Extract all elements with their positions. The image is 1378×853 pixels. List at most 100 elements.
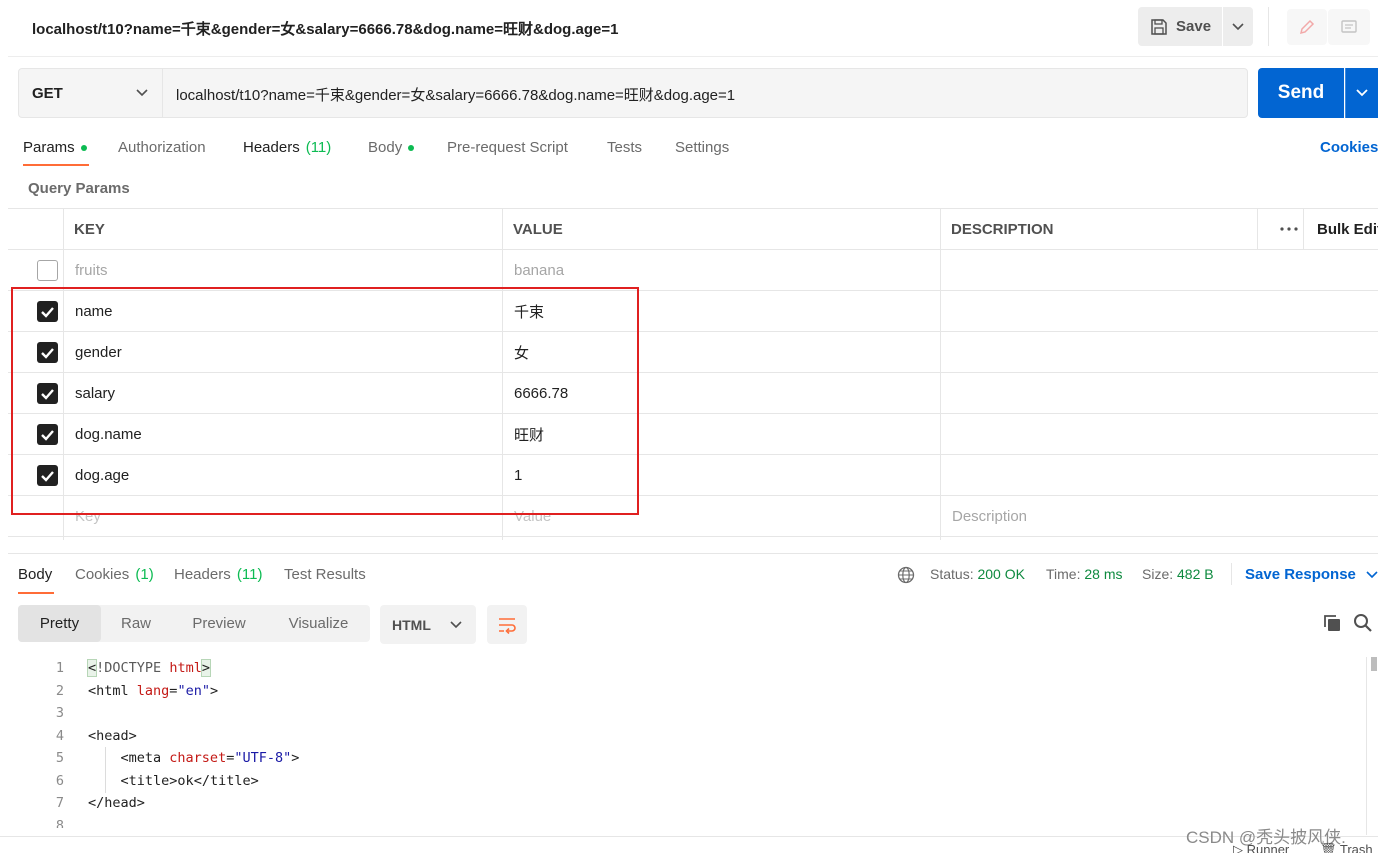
send-button[interactable]: Send — [1258, 68, 1344, 118]
view-visualize[interactable]: Visualize — [267, 605, 370, 642]
tab-count: (11) — [236, 566, 263, 583]
status-label: Status: — [930, 566, 974, 582]
description-placeholder[interactable]: Description — [952, 496, 1027, 537]
line-number: 5 — [55, 750, 64, 766]
line-number: 3 — [55, 705, 64, 721]
search-icon[interactable] — [1353, 613, 1373, 633]
runner-button[interactable]: ▷ Runner — [1233, 842, 1289, 853]
edit-button[interactable] — [1287, 9, 1327, 45]
code-line[interactable]: </head> — [88, 795, 145, 811]
globe-icon[interactable] — [897, 566, 915, 584]
toolbar-divider — [1268, 7, 1269, 46]
active-tab-indicator — [18, 592, 54, 594]
chevron-down-icon — [1366, 570, 1378, 578]
column-header-description: DESCRIPTION — [951, 220, 1054, 238]
line-number: 1 — [55, 660, 64, 676]
table-header-row: KEY VALUE DESCRIPTION Bulk Edit — [8, 208, 1378, 250]
view-raw[interactable]: Raw — [101, 605, 171, 642]
cookies-link[interactable]: Cookies — [1320, 139, 1378, 156]
active-tab-indicator — [23, 164, 89, 166]
tab-label: Pre-request Script — [447, 139, 568, 156]
response-tab-test-results[interactable]: Test Results — [284, 566, 366, 583]
trash-label: Trash — [1339, 842, 1373, 853]
language-select[interactable]: HTML — [380, 605, 476, 644]
chevron-down-icon — [450, 620, 462, 628]
send-dropdown-button[interactable] — [1345, 68, 1378, 118]
line-number: 8 — [55, 818, 64, 828]
language-label: HTML — [392, 616, 431, 633]
method-select[interactable]: GET — [18, 68, 163, 118]
line-number: 2 — [55, 683, 64, 699]
response-tab-headers[interactable]: Headers (11) — [174, 566, 262, 583]
code-line[interactable]: <head> — [88, 728, 137, 744]
save-dropdown-button[interactable] — [1223, 7, 1253, 46]
tab-label: Settings — [675, 139, 730, 156]
line-number: 4 — [55, 728, 64, 744]
view-preview[interactable]: Preview — [171, 605, 267, 642]
method-label: GET — [32, 84, 63, 102]
save-response-label: Save Response — [1245, 566, 1356, 583]
tab-params[interactable]: Params — [23, 139, 87, 156]
column-header-value: VALUE — [513, 220, 563, 238]
size-value: 482 B — [1177, 566, 1214, 582]
response-tab-body[interactable]: Body — [18, 566, 52, 583]
code-line[interactable]: <title>ok</title> — [88, 773, 259, 789]
active-dot — [80, 144, 87, 151]
tab-pre-request-script[interactable]: Pre-request Script — [447, 139, 568, 156]
tab-count: (1) — [135, 566, 154, 583]
line-number: 7 — [55, 795, 64, 811]
column-header-key: KEY — [74, 220, 105, 238]
tab-headers[interactable]: Headers (11) — [243, 139, 331, 156]
code-line[interactable]: <html lang="en"> — [88, 683, 218, 699]
scrollbar-thumb[interactable] — [1371, 657, 1377, 671]
url-input[interactable]: localhost/t10?name=千束&gender=女&salary=66… — [176, 84, 735, 105]
row-checkbox[interactable] — [37, 260, 58, 281]
view-pretty[interactable]: Pretty — [18, 605, 101, 642]
request-title[interactable]: localhost/t10?name=千束&gender=女&salary=66… — [32, 18, 618, 39]
param-key[interactable]: fruits — [75, 250, 108, 291]
tab-label: Headers — [174, 566, 231, 583]
line-number: 6 — [55, 773, 64, 789]
size-label: Size: — [1142, 566, 1174, 582]
divider — [1231, 563, 1232, 585]
copy-icon[interactable] — [1322, 613, 1342, 633]
documentation-button[interactable] — [1328, 9, 1370, 45]
time-value: 28 ms — [1084, 566, 1123, 582]
tab-tests[interactable]: Tests — [607, 139, 642, 156]
chevron-down-icon — [1356, 89, 1368, 97]
tab-label: Headers — [243, 139, 300, 156]
divider — [8, 553, 1378, 554]
tab-authorization[interactable]: Authorization — [118, 139, 206, 156]
tab-label: Body — [368, 139, 403, 156]
save-response-button[interactable]: Save Response — [1245, 566, 1378, 583]
divider — [8, 56, 1378, 57]
response-tab-cookies[interactable]: Cookies (1) — [75, 566, 154, 583]
chevron-down-icon — [1232, 22, 1244, 30]
wrap-lines-button[interactable] — [487, 605, 527, 644]
tab-label: Params — [23, 139, 75, 156]
code-line[interactable]: <!DOCTYPE html> — [86, 659, 211, 677]
status-bar-divider — [0, 836, 1378, 837]
active-dot — [408, 144, 415, 151]
code-line[interactable]: <meta charset="UTF-8"> — [88, 750, 300, 766]
runner-label: Runner — [1246, 842, 1290, 853]
bulk-edit-button[interactable]: Bulk Edit — [1317, 208, 1378, 250]
size-readout: Size: 482 B — [1142, 566, 1214, 582]
tab-settings[interactable]: Settings — [675, 139, 729, 156]
tab-label: Authorization — [118, 139, 206, 156]
tab-body[interactable]: Body — [368, 139, 415, 156]
tab-label: Tests — [607, 139, 643, 156]
highlight-box — [11, 287, 639, 515]
time-label: Time: — [1046, 566, 1081, 582]
scrollbar-track[interactable] — [1366, 657, 1367, 835]
param-value[interactable]: banana — [514, 250, 564, 291]
trash-button[interactable]: 🗑 Trash — [1320, 842, 1373, 853]
save-label: Save — [1176, 18, 1212, 35]
more-options-icon[interactable] — [1270, 208, 1308, 250]
time-readout: Time: 28 ms — [1046, 566, 1123, 582]
query-params-title: Query Params — [28, 180, 130, 197]
save-button[interactable]: Save — [1138, 7, 1222, 46]
save-icon — [1150, 18, 1168, 36]
status-readout: Status: 200 OK — [930, 566, 1025, 582]
table-row: fruits banana — [8, 250, 1378, 291]
